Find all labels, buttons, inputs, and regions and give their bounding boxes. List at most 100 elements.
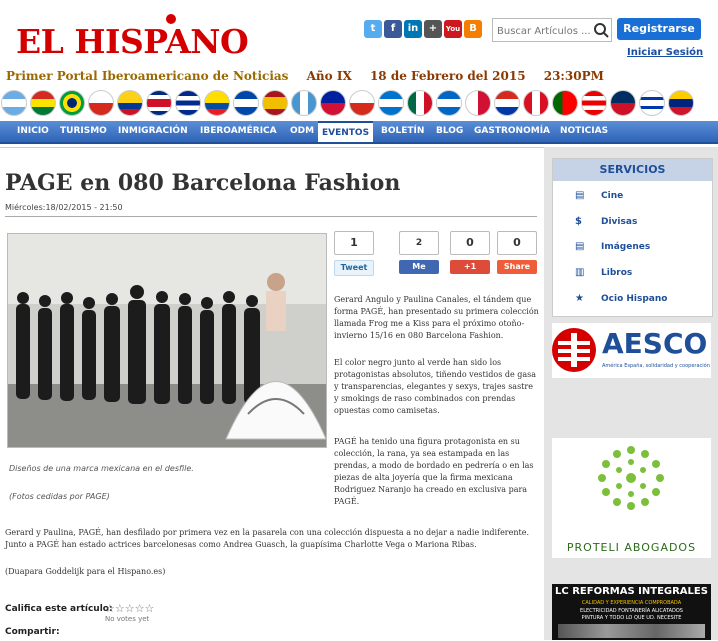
google-plus-icon[interactable]: +: [424, 20, 442, 38]
lc-title: LC REFORMAS INTEGRALES: [555, 586, 708, 597]
flag-colombia-icon[interactable]: [117, 90, 143, 116]
article-photo[interactable]: [7, 233, 327, 448]
flag-honduras-icon[interactable]: [378, 90, 404, 116]
share-label: Compartir:: [5, 627, 60, 637]
vote-count: No votes yet: [105, 615, 150, 623]
site-header: EL HISPANO t f in + You B Registrarse In…: [0, 0, 718, 90]
linkedin-icon[interactable]: in: [404, 20, 422, 38]
nav-iberoamerica[interactable]: IBEROAMÉRICA: [200, 121, 277, 142]
star-icon[interactable]: ☆: [115, 602, 125, 615]
nav-inmigracion[interactable]: INMIGRACIÓN: [118, 121, 188, 142]
search-input[interactable]: [493, 21, 595, 42]
film-icon: ▤: [575, 190, 585, 201]
article-paragraph: El color negro junto al verde han sido l…: [334, 358, 537, 415]
blogger-icon[interactable]: B: [464, 20, 482, 38]
lc-subtitle-2: ELECTRICIDAD FONTANERÍA ALICATADOS: [580, 608, 683, 614]
like-button[interactable]: Me gusta: [399, 260, 439, 285]
share-button[interactable]: Share: [497, 260, 537, 274]
like-count: 2: [399, 231, 439, 255]
nav-turismo[interactable]: TURISMO: [60, 121, 107, 142]
flag-peru-icon[interactable]: [523, 90, 549, 116]
nav-odm[interactable]: ODM: [290, 121, 314, 142]
flag-haiti-icon[interactable]: [320, 90, 346, 116]
article-meta: Miércoles:18/02/2015 - 21:50: [5, 203, 123, 212]
flag-dominican-republic-icon[interactable]: [610, 90, 636, 116]
tagline-bar: Primer Portal Iberoamericano de Noticias…: [6, 69, 618, 83]
flag-chile-icon[interactable]: [88, 90, 114, 116]
lc-reformas-ad[interactable]: LC REFORMAS INTEGRALES CALIDAD Y EXPERIE…: [552, 584, 711, 640]
current-time: 23:30PM: [543, 69, 604, 83]
flag-el-salvador-icon[interactable]: [233, 90, 259, 116]
share-count: 0: [497, 231, 537, 255]
flag-portugal-icon[interactable]: [552, 90, 578, 116]
article-title: PAGE en 080 Barcelona Fashion: [5, 170, 401, 196]
search-button[interactable]: [591, 19, 611, 41]
flag-guatemala-icon[interactable]: [291, 90, 317, 116]
flag-puerto-rico-icon[interactable]: [581, 90, 607, 116]
photo-credit: (Fotos cedidas por PAGE): [9, 492, 110, 501]
country-flags: [0, 90, 718, 118]
service-libros[interactable]: Libros: [601, 268, 632, 278]
article-paragraph: Gerard y Paulina, PAGÉ, han desfilado po…: [5, 528, 530, 549]
nav-noticias[interactable]: NOTICIAS: [560, 121, 608, 142]
nav-eventos[interactable]: EVENTOS: [318, 121, 374, 142]
flag-panama-icon[interactable]: [465, 90, 491, 116]
flag-uruguay-icon[interactable]: [639, 90, 665, 116]
twitter-icon[interactable]: t: [364, 20, 382, 38]
flag-argentina-icon[interactable]: [1, 90, 27, 116]
gplus-count: 0: [450, 231, 490, 255]
flag-nicaragua-icon[interactable]: [436, 90, 462, 116]
flag-paraguay-icon[interactable]: [494, 90, 520, 116]
nav-gastronomia[interactable]: GASTRONOMÍA: [474, 121, 550, 142]
flag-cuba-icon[interactable]: [175, 90, 201, 116]
site-logo[interactable]: EL HISPANO: [16, 22, 249, 61]
service-ocio[interactable]: Ocio Hispano: [601, 294, 667, 304]
services-box: SERVICIOS ▤ Cine $ Divisas ▤ Imágenes ▥ …: [552, 158, 713, 317]
star-icon[interactable]: ☆: [145, 602, 155, 615]
rate-label: Califica este artículo:: [5, 604, 113, 614]
register-button[interactable]: Registrarse: [617, 18, 701, 40]
tagline: Primer Portal Iberoamericano de Noticias: [6, 69, 289, 83]
article-source: (Duapara Goddelijk para el Hispano.es): [5, 567, 166, 576]
flag-costa-rica-icon[interactable]: [146, 90, 172, 116]
service-cine[interactable]: Cine: [601, 191, 623, 201]
main-navigation: INICIO TURISMO INMIGRACIÓN IBEROAMÉRICA …: [0, 121, 718, 144]
flag-mexico-icon[interactable]: [407, 90, 433, 116]
service-imagenes[interactable]: Imágenes: [601, 242, 650, 252]
flag-spain-icon[interactable]: [262, 90, 288, 116]
flag-ecuador-icon[interactable]: [204, 90, 230, 116]
nav-blog[interactable]: BLOG: [436, 121, 463, 142]
search-icon: [594, 23, 609, 38]
flag-bolivia-icon[interactable]: [30, 90, 56, 116]
facebook-icon[interactable]: f: [384, 20, 402, 38]
proteli-ad[interactable]: PROTELI ABOGADOS: [552, 438, 711, 558]
login-link[interactable]: Iniciar Sesión: [627, 47, 703, 58]
proteli-title: PROTELI ABOGADOS: [566, 541, 697, 554]
nav-inicio[interactable]: INICIO: [17, 121, 49, 142]
article-paragraph: Gerard Angulo y Paulina Canales, el tánd…: [334, 295, 539, 340]
share-widget: 0 Share: [497, 231, 537, 274]
logo-accent: [166, 14, 176, 24]
books-icon: ▥: [575, 267, 585, 278]
lc-subtitle-1: CALIDAD Y EXPERIENCIA COMPROBADA: [581, 600, 682, 606]
star-icon[interactable]: ☆: [105, 602, 115, 615]
current-date: 18 de Febrero del 2015: [369, 69, 526, 83]
rating-stars[interactable]: ☆☆☆☆☆: [105, 602, 154, 615]
flag-puerto-rico-alt-icon[interactable]: [349, 90, 375, 116]
star-icon[interactable]: ☆: [125, 602, 135, 615]
aesco-ad[interactable]: AESCO América España, solidaridad y coop…: [552, 323, 711, 378]
gplus-widget: 0 +1: [450, 231, 490, 274]
services-title: SERVICIOS: [553, 159, 712, 181]
title-divider: [5, 216, 537, 217]
runway-photo-illustration: [8, 234, 326, 447]
flag-brazil-icon[interactable]: [59, 90, 85, 116]
gplus-button[interactable]: +1: [450, 260, 490, 274]
like-widget: 2 Me gusta: [399, 231, 439, 285]
tweet-button[interactable]: Tweet: [334, 260, 374, 276]
tweet-widget: 1 Tweet: [334, 231, 374, 276]
flag-venezuela-icon[interactable]: [668, 90, 694, 116]
youtube-icon[interactable]: You: [444, 20, 462, 38]
service-divisas[interactable]: Divisas: [601, 217, 637, 227]
star-icon[interactable]: ☆: [135, 602, 145, 615]
nav-boletin[interactable]: BOLETÍN: [381, 121, 424, 142]
